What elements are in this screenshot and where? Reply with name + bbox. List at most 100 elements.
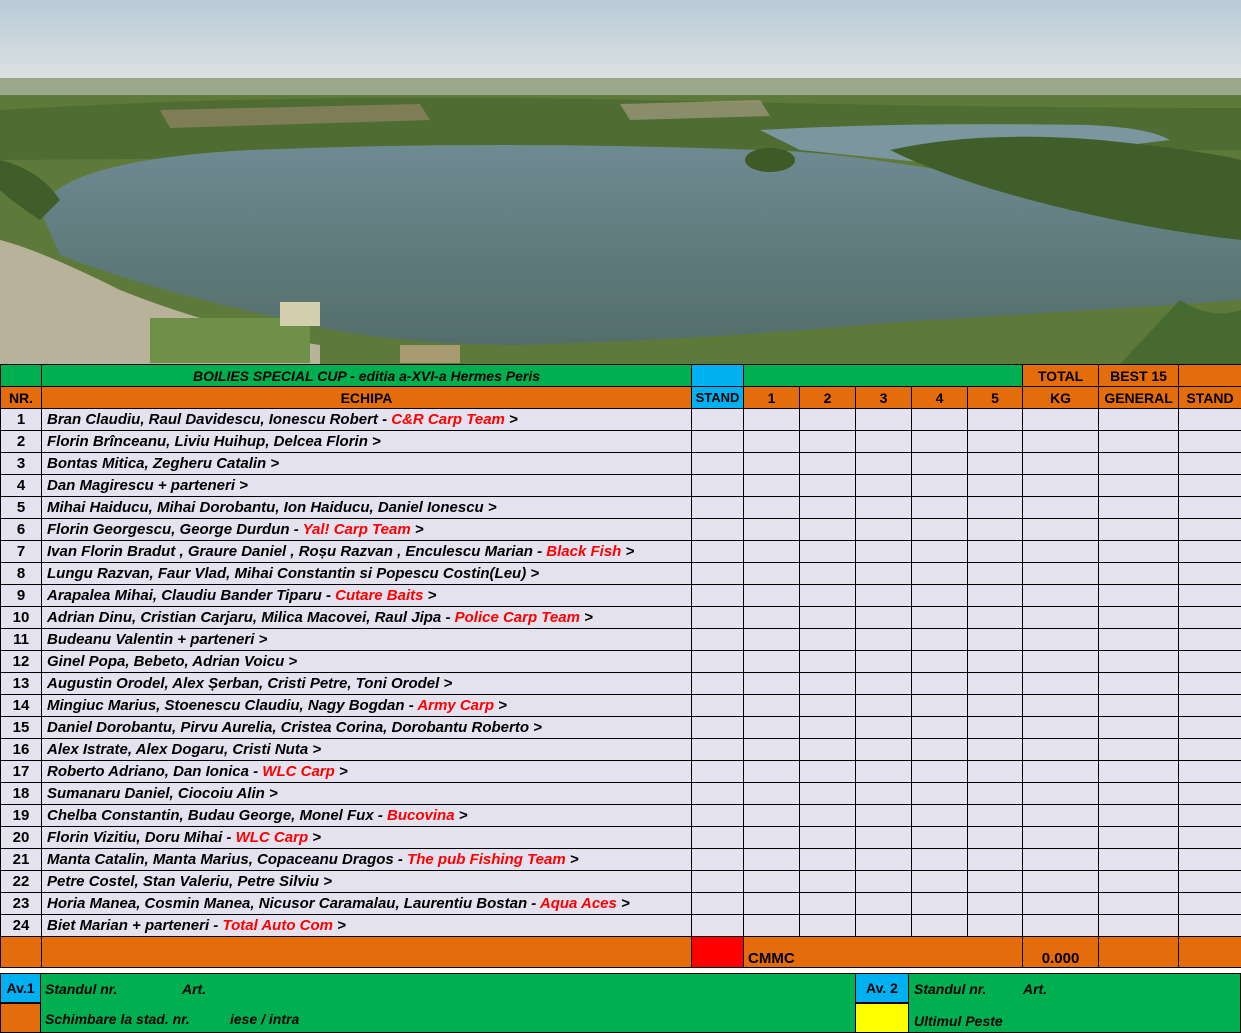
total-kg-cell[interactable] [1022,716,1100,739]
final-stand-cell[interactable] [1178,408,1241,431]
general-cell[interactable] [1098,782,1180,805]
round-2-cell[interactable] [799,826,856,849]
total-kg-cell[interactable] [1022,474,1100,497]
round-2-cell[interactable] [799,474,856,497]
round-3-cell[interactable] [855,452,912,475]
total-kg-cell[interactable] [1022,892,1100,915]
round-1-cell[interactable] [743,716,800,739]
round-2-cell[interactable] [799,738,856,761]
round-4-cell[interactable] [911,518,968,541]
total-kg-cell[interactable] [1022,584,1100,607]
general-cell[interactable] [1098,804,1180,827]
stand-cell[interactable] [691,826,744,849]
general-cell[interactable] [1098,848,1180,871]
round-4-cell[interactable] [911,760,968,783]
round-4-cell[interactable] [911,606,968,629]
general-cell[interactable] [1098,628,1180,651]
round-1-cell[interactable] [743,562,800,585]
round-2-cell[interactable] [799,562,856,585]
round-5-cell[interactable] [966,870,1024,893]
stand-cell[interactable] [691,892,744,915]
round-4-cell[interactable] [911,892,968,915]
stand-cell[interactable] [691,914,744,937]
round-4-cell[interactable] [911,782,968,805]
round-4-cell[interactable] [911,870,968,893]
final-stand-cell[interactable] [1178,628,1241,651]
round-3-cell[interactable] [855,914,912,937]
general-cell[interactable] [1098,738,1180,761]
general-cell[interactable] [1098,496,1180,519]
round-1-cell[interactable] [743,430,800,453]
final-stand-cell[interactable] [1178,870,1241,893]
stand-cell[interactable] [691,782,744,805]
final-stand-cell[interactable] [1178,914,1241,937]
round-3-cell[interactable] [855,760,912,783]
round-2-cell[interactable] [799,782,856,805]
total-kg-cell[interactable] [1022,430,1100,453]
general-cell[interactable] [1098,716,1180,739]
total-kg-cell[interactable] [1022,518,1100,541]
round-4-cell[interactable] [911,826,968,849]
total-kg-cell[interactable] [1022,738,1100,761]
general-cell[interactable] [1098,870,1180,893]
round-4-cell[interactable] [911,584,968,607]
round-4-cell[interactable] [911,452,968,475]
final-stand-cell[interactable] [1178,606,1241,629]
round-5-cell[interactable] [966,650,1024,673]
final-stand-cell[interactable] [1178,496,1241,519]
round-1-cell[interactable] [743,914,800,937]
stand-cell[interactable] [691,518,744,541]
round-2-cell[interactable] [799,606,856,629]
final-stand-cell[interactable] [1178,540,1241,563]
stand-cell[interactable] [691,694,744,717]
round-3-cell[interactable] [855,892,912,915]
general-cell[interactable] [1098,606,1180,629]
round-4-cell[interactable] [911,804,968,827]
round-3-cell[interactable] [855,716,912,739]
round-1-cell[interactable] [743,694,800,717]
total-kg-cell[interactable] [1022,804,1100,827]
stand-cell[interactable] [691,738,744,761]
round-5-cell[interactable] [966,694,1024,717]
general-cell[interactable] [1098,672,1180,695]
stand-cell[interactable] [691,672,744,695]
round-5-cell[interactable] [966,540,1024,563]
round-3-cell[interactable] [855,650,912,673]
final-stand-cell[interactable] [1178,562,1241,585]
round-3-cell[interactable] [855,826,912,849]
round-5-cell[interactable] [966,584,1024,607]
round-5-cell[interactable] [966,826,1024,849]
stand-cell[interactable] [691,848,744,871]
round-1-cell[interactable] [743,408,800,431]
final-stand-cell[interactable] [1178,452,1241,475]
round-2-cell[interactable] [799,870,856,893]
total-kg-cell[interactable] [1022,606,1100,629]
stand-cell[interactable] [691,584,744,607]
total-kg-cell[interactable] [1022,496,1100,519]
final-stand-cell[interactable] [1178,584,1241,607]
total-kg-cell[interactable] [1022,540,1100,563]
round-5-cell[interactable] [966,562,1024,585]
round-4-cell[interactable] [911,540,968,563]
round-3-cell[interactable] [855,738,912,761]
general-cell[interactable] [1098,584,1180,607]
round-1-cell[interactable] [743,738,800,761]
total-kg-cell[interactable] [1022,408,1100,431]
round-5-cell[interactable] [966,782,1024,805]
stand-cell[interactable] [691,804,744,827]
general-cell[interactable] [1098,892,1180,915]
round-3-cell[interactable] [855,408,912,431]
total-kg-cell[interactable] [1022,782,1100,805]
general-cell[interactable] [1098,914,1180,937]
round-2-cell[interactable] [799,628,856,651]
round-3-cell[interactable] [855,782,912,805]
round-5-cell[interactable] [966,430,1024,453]
round-2-cell[interactable] [799,914,856,937]
final-stand-cell[interactable] [1178,672,1241,695]
round-5-cell[interactable] [966,496,1024,519]
round-5-cell[interactable] [966,848,1024,871]
round-1-cell[interactable] [743,760,800,783]
round-4-cell[interactable] [911,914,968,937]
final-stand-cell[interactable] [1178,804,1241,827]
general-cell[interactable] [1098,562,1180,585]
